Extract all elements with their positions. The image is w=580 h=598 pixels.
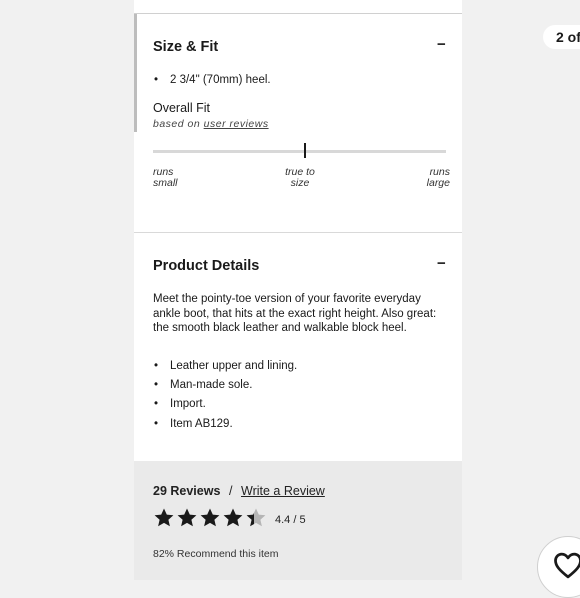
detail-bullet: Man-made sole. bbox=[154, 379, 252, 391]
product-details-title: Product Details bbox=[153, 258, 260, 274]
fit-scale-track bbox=[153, 150, 446, 153]
detail-bullet: Leather upper and lining. bbox=[154, 360, 297, 372]
detail-bullet: Import. bbox=[154, 398, 206, 410]
fit-label-runs-large: runs large bbox=[426, 166, 450, 189]
star-icon bbox=[223, 508, 243, 527]
review-count[interactable]: 29 Reviews bbox=[153, 484, 220, 498]
size-fit-bullet: 2 3/4" (70mm) heel. bbox=[154, 74, 271, 86]
star-rating bbox=[153, 507, 267, 529]
product-description: Meet the pointy-toe version of your favo… bbox=[153, 293, 437, 334]
size-fit-collapse-button[interactable]: − bbox=[437, 36, 446, 53]
rating-value: 4.4 / 5 bbox=[275, 514, 306, 526]
based-on-text: based on bbox=[153, 118, 201, 130]
recommend-percent: 82% Recommend this item bbox=[153, 548, 279, 560]
overall-fit-label: Overall Fit bbox=[153, 101, 210, 115]
detail-bullet: Item AB129. bbox=[154, 418, 233, 430]
scroll-indicator bbox=[134, 14, 137, 132]
section-divider bbox=[134, 232, 462, 233]
top-divider bbox=[134, 13, 462, 14]
size-fit-title: Size & Fit bbox=[153, 39, 219, 55]
star-icon bbox=[177, 508, 197, 527]
review-separator: / bbox=[229, 484, 233, 498]
carousel-page-indicator: 2 of bbox=[543, 25, 580, 49]
rating-number: 4.4 bbox=[275, 514, 291, 526]
user-reviews-link[interactable]: user reviews bbox=[204, 118, 269, 130]
star-icon bbox=[154, 508, 174, 527]
star-icon bbox=[246, 508, 266, 527]
fit-label-runs-small: runs small bbox=[153, 166, 178, 189]
product-details-collapse-button[interactable]: − bbox=[437, 255, 446, 272]
favorite-button[interactable] bbox=[537, 536, 580, 598]
fit-label-true-to-size: true to size bbox=[285, 166, 315, 189]
heart-icon bbox=[554, 552, 580, 579]
write-review-link[interactable]: Write a Review bbox=[241, 484, 325, 498]
star-icon bbox=[200, 508, 220, 527]
fit-scale-marker bbox=[304, 143, 307, 158]
fit-source: based on user reviews bbox=[153, 118, 269, 130]
rating-max: / 5 bbox=[293, 514, 306, 526]
